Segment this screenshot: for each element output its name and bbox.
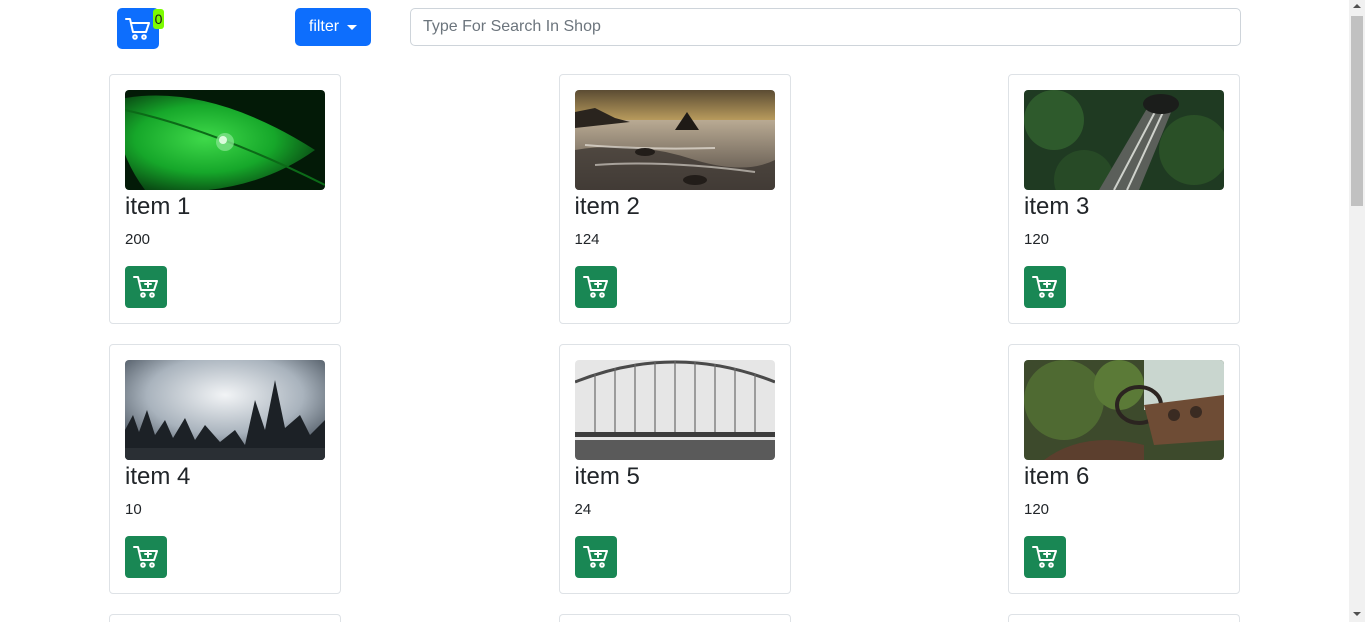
- product-grid-next-row: [109, 614, 1240, 622]
- add-to-cart-button[interactable]: [574, 266, 617, 308]
- product-card: item 5 24: [558, 344, 791, 594]
- add-to-cart-button[interactable]: [125, 266, 167, 308]
- product-card: item 3 120: [1008, 74, 1240, 324]
- cart-plus-icon: [582, 546, 608, 568]
- product-grid: item 1 200 item 2 124 item 3 120 item 4 …: [109, 74, 1240, 594]
- cart-plus-icon: [133, 276, 158, 298]
- product-name: item 4: [125, 463, 191, 490]
- search-input[interactable]: [410, 8, 1241, 46]
- scroll-up-arrow-icon[interactable]: [1353, 4, 1361, 8]
- cart-count-badge: 0: [153, 9, 164, 29]
- product-price: 10: [125, 501, 142, 518]
- product-image[interactable]: [574, 360, 775, 460]
- cart-icon: [125, 17, 150, 40]
- product-card: [1008, 614, 1240, 622]
- product-name: item 1: [125, 193, 191, 220]
- product-name: item 2: [574, 193, 640, 220]
- cart-plus-icon: [1032, 546, 1057, 568]
- product-price: 120: [1024, 501, 1050, 518]
- product-image[interactable]: [125, 90, 325, 190]
- product-image[interactable]: [125, 360, 325, 460]
- add-to-cart-button[interactable]: [125, 536, 167, 578]
- add-to-cart-button[interactable]: [1024, 536, 1066, 578]
- product-image[interactable]: [574, 90, 775, 190]
- product-card: item 1 200: [109, 74, 341, 324]
- filter-label: filter: [308, 18, 340, 35]
- product-name: item 5: [574, 463, 640, 490]
- product-card: item 6 120: [1008, 344, 1240, 594]
- product-name: item 6: [1024, 463, 1090, 490]
- product-card: item 4 10: [109, 344, 341, 594]
- product-card: [109, 614, 341, 622]
- product-price: 200: [125, 231, 151, 248]
- vertical-scrollbar[interactable]: [1349, 0, 1365, 622]
- cart-plus-icon: [582, 276, 608, 298]
- add-to-cart-button[interactable]: [574, 536, 617, 578]
- product-card: [558, 614, 791, 622]
- cart-plus-icon: [1032, 276, 1057, 298]
- product-price: 24: [574, 501, 592, 518]
- scroll-down-arrow-icon[interactable]: [1353, 612, 1361, 616]
- product-name: item 3: [1024, 193, 1090, 220]
- shop-page: 0 filter item 1: [0, 0, 1349, 622]
- cart-plus-icon: [133, 546, 158, 568]
- add-to-cart-button[interactable]: [1024, 266, 1066, 308]
- product-price: 120: [1024, 231, 1050, 248]
- scrollbar-thumb[interactable]: [1351, 16, 1363, 206]
- product-image[interactable]: [1024, 90, 1224, 190]
- product-image[interactable]: [1024, 360, 1224, 460]
- product-card: item 2 124: [558, 74, 791, 324]
- filter-dropdown-button[interactable]: filter: [295, 8, 371, 46]
- product-price: 124: [574, 231, 600, 248]
- caret-down-icon: [347, 25, 358, 30]
